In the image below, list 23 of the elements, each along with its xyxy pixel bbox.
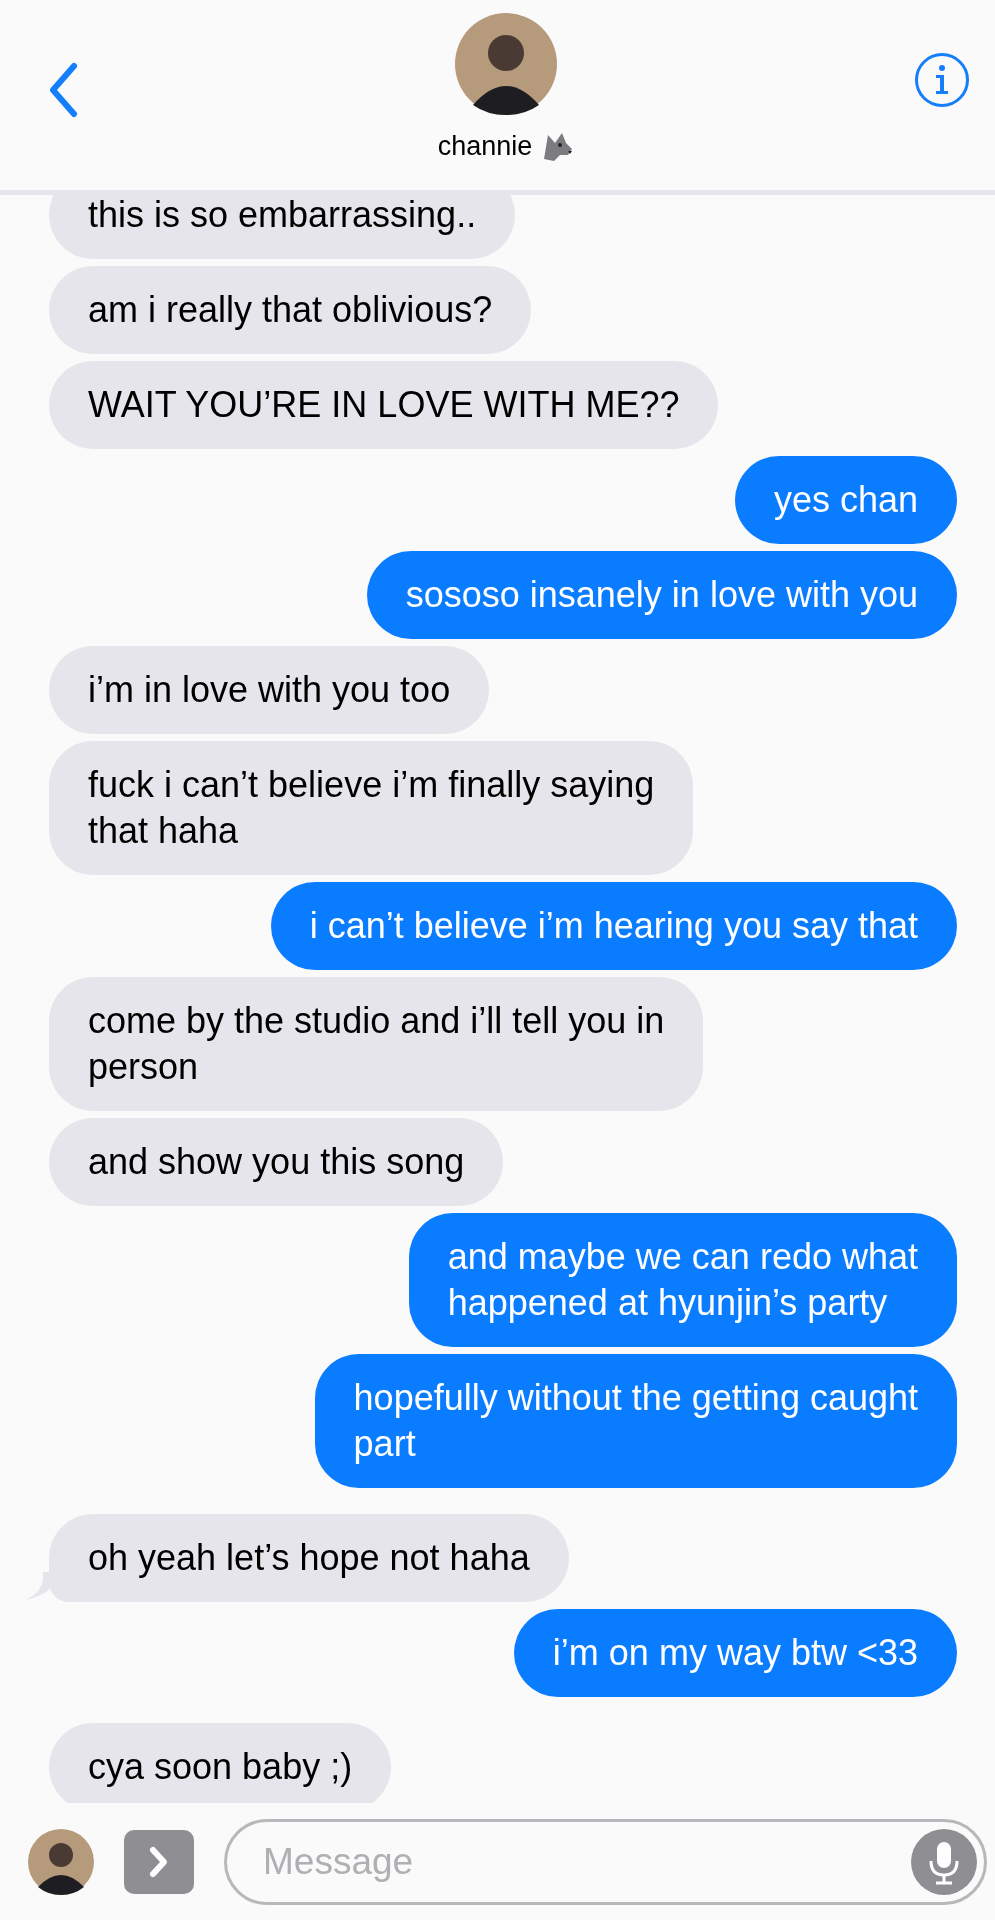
message-bubble: and maybe we can redo what happened at hyunjin’s party: [408, 1213, 957, 1347]
message-bubble: oh yeah let’s hope not haha: [49, 1514, 569, 1602]
message-bubble: cya soon baby ;): [49, 1723, 392, 1803]
avatar[interactable]: [455, 13, 557, 115]
message-bubble: sososo insanely in love with you: [366, 551, 957, 639]
avatar[interactable]: [28, 1828, 94, 1895]
message-field[interactable]: Message: [224, 1818, 987, 1905]
back-icon[interactable]: [48, 62, 78, 118]
microphone-icon[interactable]: [911, 1828, 977, 1895]
message-bubble: hopefully without the getting caught part: [314, 1354, 957, 1488]
message-bubble: i’m on my way btw <33: [513, 1609, 957, 1697]
message-bubble: come by the studio and i’ll tell you in person: [49, 977, 704, 1111]
message-bubble: and show you this song: [49, 1118, 504, 1206]
message-bubble: i’m in love with you too: [49, 646, 490, 734]
message-bubble: yes chan: [734, 456, 957, 544]
contact-name[interactable]: channie: [437, 130, 533, 162]
message-bubble: fuck i can’t believe i’m finally saying that haha: [49, 741, 694, 875]
message-bubble: this is so embarrassing..: [49, 195, 516, 259]
expand-icon[interactable]: [124, 1829, 194, 1894]
message-bubble: i can’t believe i’m hearing you say that: [270, 882, 957, 970]
message-bubble: am i really that oblivious?: [49, 266, 532, 354]
info-icon[interactable]: [914, 52, 970, 108]
message-bubble: WAIT YOU’RE IN LOVE WITH ME??: [49, 361, 719, 449]
